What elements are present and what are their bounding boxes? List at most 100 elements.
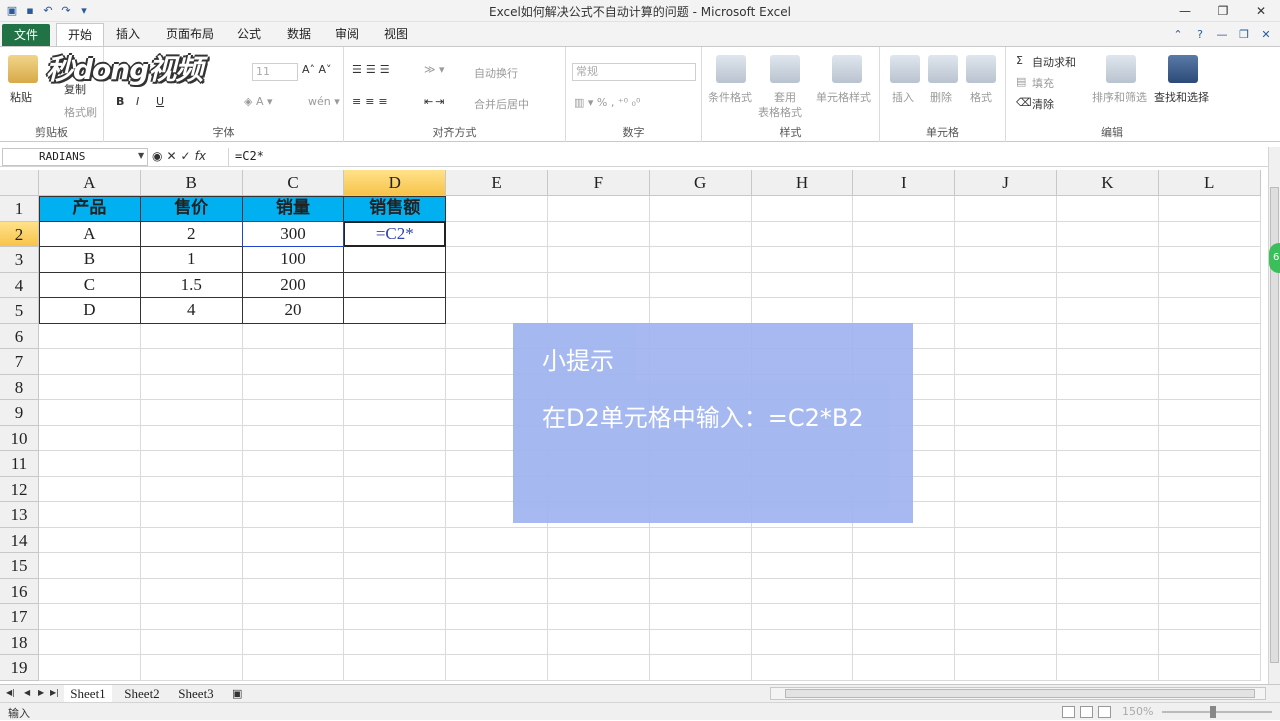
table-cell[interactable]: B — [39, 247, 140, 272]
bold-button[interactable]: B — [116, 95, 124, 108]
row-header-6[interactable]: 6 — [0, 323, 39, 349]
column-header-g[interactable]: G — [649, 170, 752, 196]
row-header-1[interactable]: 1 — [0, 196, 39, 222]
page-layout-view-icon[interactable] — [1080, 706, 1093, 718]
autosum-button[interactable]: 自动求和 — [1032, 54, 1076, 70]
row-header-9[interactable]: 9 — [0, 400, 39, 426]
format-as-table-button[interactable]: 套用 — [774, 89, 796, 105]
grow-font-icon[interactable]: A˄ A˅ — [302, 63, 332, 76]
minimize-ribbon-icon[interactable]: ⌃ — [1170, 26, 1186, 42]
table-header-cell[interactable]: 销量 — [242, 196, 344, 221]
cell-styles-button[interactable]: 单元格样式 — [816, 89, 871, 105]
row-header-5[interactable]: 5 — [0, 298, 39, 324]
last-sheet-icon[interactable]: ▶| — [50, 688, 59, 697]
first-sheet-icon[interactable]: ◀| — [6, 688, 15, 697]
table-cell[interactable] — [344, 247, 445, 272]
tab-data[interactable]: 数据 — [280, 23, 318, 46]
table-cell[interactable]: 300 — [243, 222, 344, 247]
find-select-button[interactable]: 查找和选择 — [1154, 89, 1209, 105]
zoom-slider-knob[interactable] — [1210, 706, 1216, 718]
table-cell[interactable]: A — [39, 222, 140, 247]
name-box[interactable]: RADIANS — [2, 148, 148, 166]
vertical-align-icons[interactable]: ☰☰☰ — [352, 63, 394, 76]
fill-button[interactable]: 填充 — [1032, 75, 1054, 91]
column-header-i[interactable]: I — [853, 170, 956, 196]
table-cell[interactable]: 200 — [243, 273, 344, 298]
row-header-10[interactable]: 10 — [0, 425, 39, 451]
row-header-4[interactable]: 4 — [0, 272, 39, 298]
format-cells-button[interactable]: 格式 — [970, 89, 992, 105]
fill-color-icon[interactable]: ◈ A ▾ — [244, 95, 273, 108]
row-header-13[interactable]: 13 — [0, 502, 39, 528]
row-header-11[interactable]: 11 — [0, 451, 39, 477]
tab-page-layout[interactable]: 页面布局 — [158, 23, 222, 46]
workbook-close-icon[interactable]: ✕ — [1258, 26, 1274, 42]
tab-file[interactable]: 文件 — [2, 24, 50, 46]
row-header-14[interactable]: 14 — [0, 527, 39, 553]
formula-input[interactable]: =C2* — [228, 148, 1266, 166]
sort-filter-button[interactable]: 排序和筛选 — [1092, 89, 1147, 105]
next-sheet-icon[interactable]: ▶ — [38, 688, 44, 697]
wrap-text-button[interactable]: 自动换行 — [474, 65, 518, 81]
delete-cells-button[interactable]: 删除 — [930, 89, 952, 105]
horizontal-scrollbar[interactable] — [770, 687, 1266, 700]
table-cell[interactable]: 1 — [141, 247, 242, 272]
insert-cells-button[interactable]: 插入 — [892, 89, 914, 105]
insert-function-icon[interactable]: fx — [195, 149, 206, 163]
row-header-12[interactable]: 12 — [0, 476, 39, 502]
help-icon[interactable]: ? — [1192, 26, 1208, 42]
table-header-cell[interactable]: 售价 — [140, 196, 242, 221]
table-cell[interactable]: 4 — [141, 298, 242, 323]
number-format-combo[interactable]: 常规 — [572, 63, 696, 81]
new-sheet-icon[interactable]: ▣ — [232, 687, 242, 700]
table-header-cell[interactable]: 销售额 — [344, 196, 446, 221]
page-break-view-icon[interactable] — [1098, 706, 1111, 718]
cancel-icon[interactable]: ✕ — [166, 149, 176, 163]
sheet-tab-sheet1[interactable]: Sheet1 — [64, 685, 112, 702]
table-cell[interactable]: 2 — [141, 222, 242, 247]
tab-review[interactable]: 审阅 — [328, 23, 366, 46]
merge-center-button[interactable]: 合并后居中 — [474, 96, 529, 112]
column-header-c[interactable]: C — [242, 170, 345, 196]
close-icon[interactable]: ✕ — [1242, 0, 1280, 22]
column-header-a[interactable]: A — [39, 170, 141, 196]
paste-button[interactable]: 粘贴 — [10, 89, 32, 105]
normal-view-icon[interactable] — [1062, 706, 1075, 718]
select-all-corner[interactable] — [0, 170, 39, 196]
table-cell[interactable]: D — [39, 298, 140, 323]
tab-formulas[interactable]: 公式 — [230, 23, 268, 46]
italic-button[interactable]: I — [136, 95, 139, 108]
row-header-2[interactable]: 2 — [0, 221, 39, 247]
restore-icon[interactable]: ❐ — [1204, 0, 1242, 22]
row-header-17[interactable]: 17 — [0, 604, 39, 630]
sheet-tab-sheet2[interactable]: Sheet2 — [118, 685, 166, 702]
sheet-tab-sheet3[interactable]: Sheet3 — [172, 685, 220, 702]
zoom-slider[interactable] — [1162, 711, 1272, 713]
enter-icon[interactable]: ✓ — [181, 149, 191, 163]
underline-button[interactable]: U — [156, 95, 164, 108]
row-header-3[interactable]: 3 — [0, 247, 39, 273]
row-header-18[interactable]: 18 — [0, 629, 39, 655]
table-cell[interactable]: 1.5 — [141, 273, 242, 298]
active-cell-editor[interactable]: =C2* — [344, 221, 446, 246]
minimize-icon[interactable]: — — [1166, 0, 1204, 22]
table-cell[interactable] — [344, 273, 445, 298]
table-cell[interactable] — [344, 298, 445, 323]
column-header-d[interactable]: D — [344, 170, 447, 196]
table-header-cell[interactable]: 产品 — [39, 196, 140, 221]
conditional-format-button[interactable]: 条件格式 — [708, 89, 752, 105]
column-header-f[interactable]: F — [548, 170, 650, 196]
workbook-restore-icon[interactable]: ❐ — [1236, 26, 1252, 42]
row-header-16[interactable]: 16 — [0, 578, 39, 604]
tab-view[interactable]: 视图 — [377, 23, 415, 46]
row-header-19[interactable]: 19 — [0, 655, 39, 681]
table-cell[interactable]: 20 — [243, 298, 344, 323]
workbook-minimize-icon[interactable]: — — [1214, 26, 1230, 42]
column-header-k[interactable]: K — [1057, 170, 1159, 196]
column-header-j[interactable]: J — [955, 170, 1057, 196]
column-header-l[interactable]: L — [1158, 170, 1261, 196]
table-cell[interactable]: C — [39, 273, 140, 298]
row-header-8[interactable]: 8 — [0, 374, 39, 400]
clear-button[interactable]: 清除 — [1032, 96, 1054, 112]
zoom-level[interactable]: 150% — [1122, 705, 1153, 718]
